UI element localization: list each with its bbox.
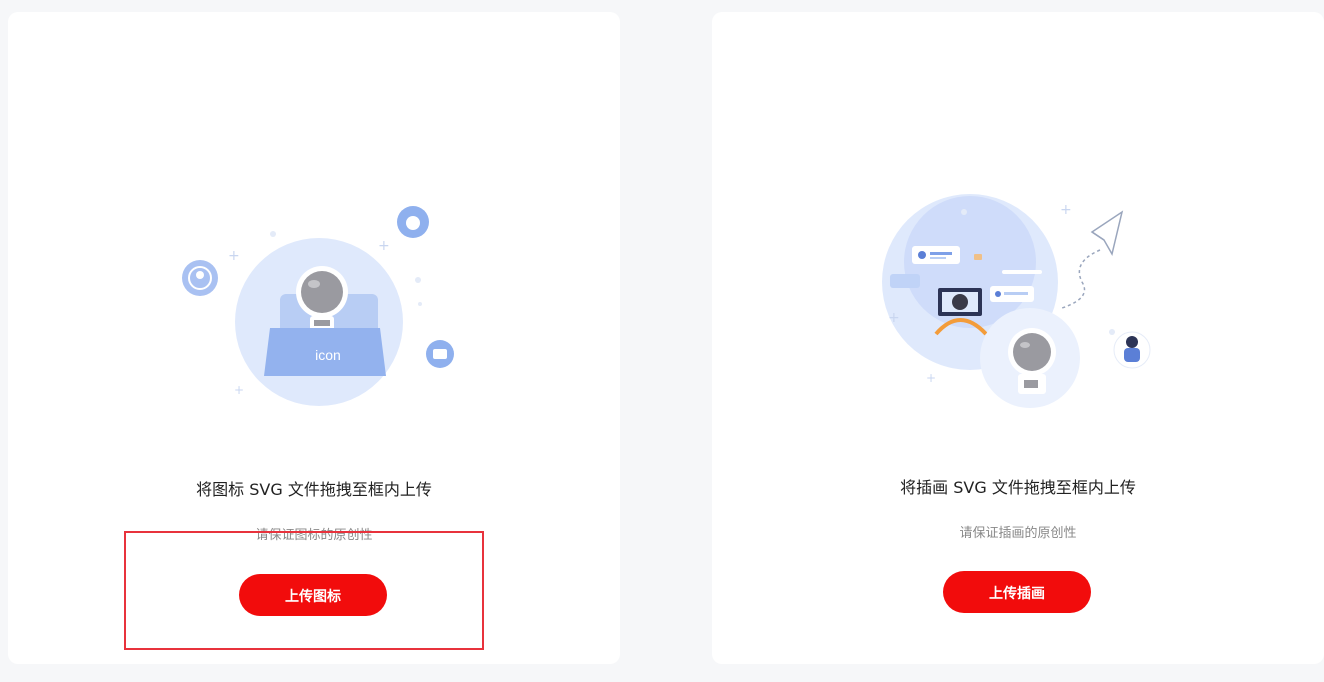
icon-upload-dropzone[interactable]: + + + icon 将图标 SVG 文件拖拽至框内上传 请保证图标的原创性 上… [8,12,620,664]
icon-upload-subtitle: 请保证图标的原创性 [255,528,373,543]
sparkle-icon: + [378,238,390,254]
upload-icon-button[interactable]: 上传图标 [239,574,387,616]
icon-upload-illustration: + + + icon [182,206,454,406]
sparkle-icon: + [228,248,240,264]
illustration-upload-dropzone[interactable]: + + + 将插画 SVG 文件拖拽至框内上传 请保证插画的原创性 上传插画 [712,12,1324,664]
paper-plane-icon [1090,210,1124,257]
sparkle-icon: + [888,310,900,326]
illustration-upload-subtitle: 请保证插画的原创性 [959,526,1077,541]
folder-icon-label: icon [315,347,341,363]
upload-illustration-button[interactable]: 上传插画 [943,571,1091,613]
pet-badge-icon [397,206,429,238]
sparkle-icon: + [1060,202,1072,218]
user-circle-icon [182,260,218,296]
illustration-upload-title: 将插画 SVG 文件拖拽至框内上传 [900,478,1136,497]
sparkle-icon: + [926,371,936,385]
illustration-upload-illustration: + + + [882,194,1151,408]
icon-upload-title: 将图标 SVG 文件拖拽至框内上传 [196,480,432,499]
upload-page: + + + icon 将图标 SVG 文件拖拽至框内上传 请保证图标的原创性 上… [0,0,1324,682]
ticket-icon [426,340,454,368]
avatar-bubble-icon [1113,331,1151,369]
sparkle-icon: + [234,383,244,397]
